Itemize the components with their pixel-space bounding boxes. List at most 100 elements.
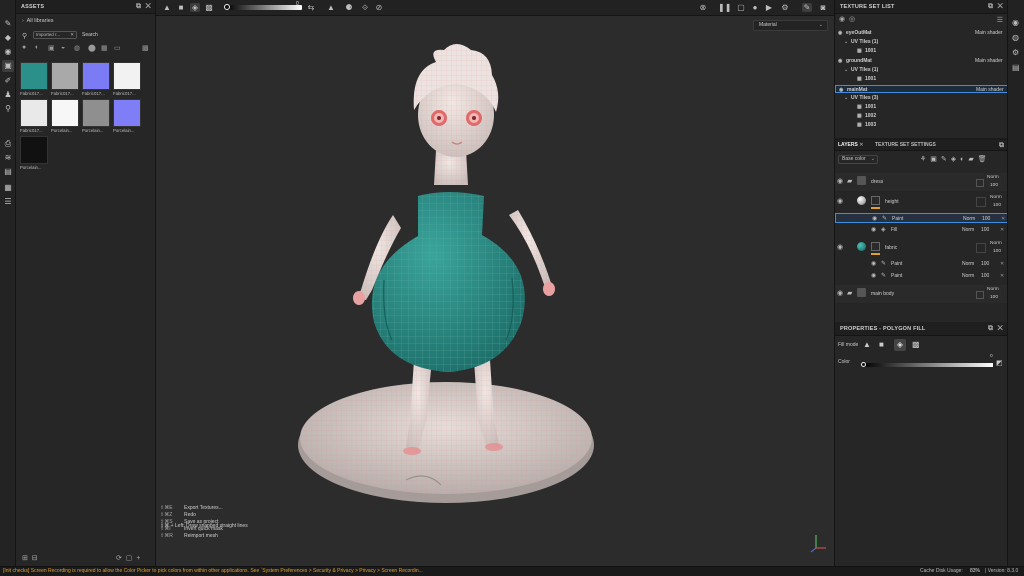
smart-material-filter-icon[interactable]: ◐	[35, 44, 39, 51]
layer-fabric[interactable]: ◉ fabric Norm 100	[835, 239, 1008, 257]
export-icon[interactable]: ⊟	[32, 555, 38, 562]
layer-fabric-paint-1[interactable]: ◉ ✎ Paint Norm 100 ✕	[835, 259, 1008, 269]
layer-height-paint[interactable]: ◉ ✎ Paint Norm 100 ✕	[835, 213, 1008, 223]
mask-add-icon[interactable]: ▣	[930, 156, 941, 163]
layer-main-body[interactable]: ◉ ▰ main body Norm 100	[835, 285, 1008, 303]
detach-icon[interactable]: ⧉	[988, 3, 993, 10]
uv-tile[interactable]: ▦ 1001	[835, 75, 1008, 83]
color-picker-icon[interactable]: ⚲	[2, 103, 14, 115]
slider-handle[interactable]	[224, 4, 230, 10]
mask-slot[interactable]	[976, 243, 986, 253]
opacity-value[interactable]: 100	[993, 203, 1001, 208]
delete-layer-icon[interactable]: 🗑	[978, 156, 991, 163]
brush-view-icon[interactable]: ✎	[802, 3, 812, 12]
triangle-mode-icon[interactable]: ▲	[162, 3, 172, 12]
library-breadcrumb[interactable]: › All libraries	[22, 18, 54, 24]
mask-icon[interactable]: ⟐	[360, 3, 370, 13]
layers-stack-icon[interactable]: ≋	[2, 152, 14, 164]
search-input[interactable]: Search	[82, 32, 98, 38]
ray-icon[interactable]: ⊗	[698, 3, 708, 12]
channel-dropdown[interactable]: Base color ⌄	[838, 155, 878, 164]
blend-mode[interactable]: Norm	[962, 261, 974, 267]
blend-mode[interactable]: Norm	[990, 241, 1002, 246]
eye-icon[interactable]: ◉	[837, 197, 843, 205]
grid-view-icon[interactable]: ▩	[142, 44, 149, 52]
layer-height-fill[interactable]: ◉ ◈ Fill Norm 100 ✕	[835, 225, 1008, 235]
fill-cube-icon[interactable]: ◈	[894, 339, 906, 351]
refresh-icon[interactable]: ⟳	[116, 555, 122, 562]
remove-effect-icon[interactable]: ✕	[1000, 227, 1004, 233]
shader-name[interactable]: Main shader	[975, 29, 1003, 37]
add-paint-layer-icon[interactable]: ✎	[941, 156, 951, 163]
settings-icon[interactable]: ⚙	[1012, 48, 1019, 57]
uv-tiles-group[interactable]: ⌄ UV Tiles (3)	[835, 94, 1008, 102]
screenshot-icon[interactable]: ◙	[818, 3, 828, 12]
symmetry-icon[interactable]: ▲	[326, 3, 336, 12]
particle-filter-icon[interactable]: ▦	[101, 44, 108, 52]
pause-icon[interactable]: ❚❚	[718, 3, 731, 12]
tab-layers[interactable]: LAYERS ✕	[838, 140, 863, 151]
opacity-value[interactable]: 100	[990, 183, 998, 188]
menu-icon[interactable]: ☰	[997, 16, 1003, 24]
uv-tile[interactable]: ▦ 1001	[835, 103, 1008, 111]
color-picker-icon[interactable]: ◩	[996, 359, 1003, 367]
add-fill-layer-icon[interactable]: ◈	[951, 156, 960, 163]
viewport-mode-dropdown[interactable]: Material ⌄	[753, 20, 828, 31]
texture-set-groundMat[interactable]: ◉ groundMat Main shader	[835, 57, 1008, 65]
uv-tiles-group[interactable]: ⌄ UV Tiles (1)	[835, 38, 1008, 46]
uv-tile[interactable]: ▦ 1001	[835, 47, 1008, 55]
opacity-value[interactable]: 100	[990, 295, 998, 300]
eye-icon[interactable]: ◉	[837, 243, 843, 251]
eye-alt-icon[interactable]: ◎	[849, 16, 855, 23]
asset-thumbnail[interactable]	[20, 62, 48, 90]
opacity-value[interactable]: 100	[981, 227, 989, 233]
blend-mode[interactable]: Norm	[962, 227, 974, 233]
texture-filter-icon[interactable]: ▣	[48, 44, 55, 52]
detach-icon[interactable]: ⧉	[999, 140, 1004, 151]
settings-icon[interactable]: ⚙	[780, 3, 790, 12]
mask-slot[interactable]	[976, 197, 986, 207]
blend-mode[interactable]: Norm	[987, 175, 999, 180]
import-icon[interactable]: ⊞	[22, 555, 28, 562]
opacity-value[interactable]: 100	[981, 273, 989, 279]
asset-thumbnail[interactable]	[82, 62, 110, 90]
uv-tiles-group[interactable]: ⌄ UV Tiles (1)	[835, 66, 1008, 74]
close-icon[interactable]: ✕	[145, 3, 151, 10]
polygon-fill-icon[interactable]: ▣	[2, 60, 14, 72]
tab-texture-set-settings[interactable]: TEXTURE SET SETTINGS	[875, 140, 936, 151]
asset-thumbnail[interactable]	[51, 99, 79, 127]
fill-checker-icon[interactable]: ▩	[912, 340, 920, 349]
uv-tile[interactable]: ▦ 1002	[835, 112, 1008, 120]
add-icon[interactable]: +	[136, 555, 140, 562]
fill-triangle-icon[interactable]: ▲	[863, 340, 871, 349]
projection-mode-icon[interactable]: ⊘	[374, 3, 384, 12]
eye-icon[interactable]: ◉	[871, 226, 876, 233]
procedural-filter-icon[interactable]: ◒	[61, 44, 65, 51]
eye-icon[interactable]: ◉	[871, 272, 876, 279]
texture-set-icon[interactable]: ◉	[1012, 18, 1019, 27]
fill-square-icon[interactable]: ■	[879, 340, 884, 349]
eye-icon[interactable]: ◉	[837, 289, 843, 297]
filter-chip[interactable]: Imported r... ✕	[33, 31, 77, 39]
remove-effect-icon[interactable]: ✕	[1000, 273, 1004, 279]
eraser-icon[interactable]: ◆	[2, 32, 14, 44]
texture-set-eyeOutMat[interactable]: ◉ eyeOutMat Main shader	[835, 29, 1008, 37]
environment-filter-icon[interactable]: ▭	[114, 44, 121, 52]
asset-thumbnail[interactable]	[20, 136, 48, 164]
new-folder-icon[interactable]: ▢	[126, 555, 133, 562]
smudge-icon[interactable]: ✐	[2, 75, 14, 87]
view-icon[interactable]: ●	[750, 3, 760, 12]
close-icon[interactable]: ✕	[997, 3, 1003, 10]
eye-icon[interactable]: ◉	[839, 16, 845, 23]
detach-icon[interactable]: ⧉	[136, 3, 141, 10]
eye-icon[interactable]: ◉	[838, 57, 842, 65]
eye-icon[interactable]: ◉	[872, 215, 877, 222]
color-slider[interactable]	[861, 362, 993, 367]
square-mode-icon[interactable]: ■	[176, 3, 186, 12]
add-folder-icon[interactable]: ▰	[968, 156, 977, 163]
asset-thumbnail[interactable]	[51, 62, 79, 90]
document-icon[interactable]: ▦	[2, 182, 14, 194]
display-settings-icon[interactable]: ☰	[2, 196, 14, 208]
brush-filter-icon[interactable]: ⬤	[88, 44, 96, 52]
opacity-value[interactable]: 100	[981, 261, 989, 267]
